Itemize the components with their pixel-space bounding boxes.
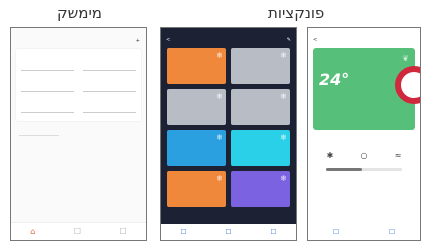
settings-tab-icon[interactable]: ☐ [389,228,395,236]
extra-item[interactable] [19,127,59,136]
app-header: + [11,35,146,47]
device-row [19,55,138,72]
speed-slider[interactable] [326,168,402,171]
interface-caption: מימשק [57,4,102,22]
snowflake-icon: ❄ [280,92,287,101]
timer-tab-icon[interactable]: ☐ [333,228,339,236]
add-icon[interactable]: + [136,38,140,44]
snowflake-icon: ❄ [280,133,287,142]
functions-caption: פונקציות [268,4,325,22]
edit-icon[interactable]: ✎ [287,37,291,43]
device-tile-grid: ❄ ❄ ❄ ❄ ❄ ❄ ❄ ❄ [161,45,296,210]
app-header: < [308,35,420,45]
status-bar [11,28,146,35]
snowflake-icon: ❄ [216,174,223,183]
snowflake-icon: ❄ [280,174,287,183]
swing-icon[interactable]: ≈ [395,151,402,160]
back-icon[interactable]: < [166,37,170,43]
device-item[interactable] [81,97,138,114]
device-item[interactable] [81,76,138,93]
power-button[interactable] [395,66,420,104]
status-bar [161,28,296,35]
status-bar [308,28,420,35]
profile-tab-icon[interactable]: ☐ [120,227,127,236]
phone-functions-grid-screen: < ✎ ❄ ❄ ❄ ❄ ❄ ❄ ❄ ❄ ☐ ☐ ☐ [160,27,297,241]
snowflake-icon: ❄ [280,51,287,60]
home-tab-icon[interactable]: ☐ [180,228,186,236]
device-item[interactable] [19,55,76,72]
device-tile[interactable]: ❄ [231,89,290,125]
slider-fill [326,168,363,171]
tab-bar: ☐ ☐ [308,224,420,240]
device-row [19,97,138,114]
device-tile[interactable]: ❄ [167,171,226,207]
device-tile[interactable]: ❄ [231,171,290,207]
device-tile[interactable]: ❄ [167,130,226,166]
devices-card [16,49,141,121]
device-tile[interactable]: ❄ [231,130,290,166]
fan-icon[interactable]: ✱ [327,151,334,160]
device-item[interactable] [81,55,138,72]
back-icon[interactable]: < [313,37,317,43]
home-tab-icon[interactable]: ⌂ [30,227,35,236]
snowflake-icon: ❄ [216,133,223,142]
snowflake-icon: ❄ [216,51,223,60]
device-item[interactable] [19,97,76,114]
scene-tab-icon[interactable]: ☐ [225,228,231,236]
tab-bar: ⌂ ☐ ☐ [11,222,146,240]
leaf-icon: ❦ [402,54,409,63]
phone-device-detail-screen: < ❦ 24° ✱ ○ ≈ ☐ ☐ [307,27,421,241]
device-tile[interactable]: ❄ [231,48,290,84]
device-tile[interactable]: ❄ [167,48,226,84]
device-item[interactable] [19,76,76,93]
scene-tab-icon[interactable]: ☐ [74,227,81,236]
snowflake-icon: ❄ [216,92,223,101]
mode-icon[interactable]: ○ [361,151,368,160]
control-row: ✱ ○ ≈ [308,133,420,160]
temperature-panel: ❦ 24° [313,48,420,130]
device-tile[interactable]: ❄ [167,89,226,125]
profile-tab-icon[interactable]: ☐ [270,228,276,236]
tab-bar: ☐ ☐ ☐ [161,224,296,240]
app-header: < ✎ [161,35,296,45]
screenshot-root: מימשק פונקציות + ⌂ ☐ ☐ < ✎ ❄ ❄ ❄ ❄ ❄ ❄ ❄… [0,0,421,241]
device-row [19,76,138,93]
phone-interface-screen: + ⌂ ☐ ☐ [10,27,147,241]
